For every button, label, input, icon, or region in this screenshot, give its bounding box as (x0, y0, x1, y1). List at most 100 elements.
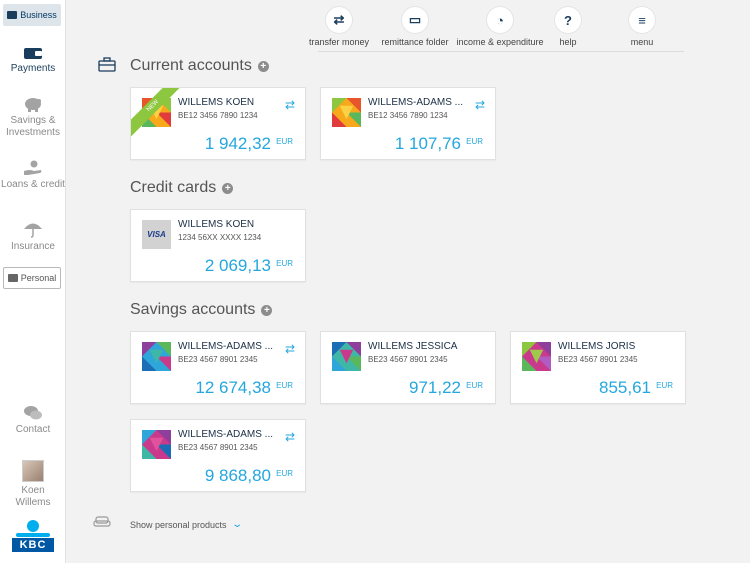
account-currency: EUR (466, 137, 483, 146)
help-icon: ? (555, 7, 581, 33)
account-balance: 1 942,32 (204, 134, 271, 153)
piggy-bank-icon (25, 98, 41, 112)
umbrella-icon (24, 223, 42, 238)
section-current-accounts: Current accounts + (130, 57, 269, 75)
transfer-icon[interactable]: ⇄ (285, 98, 295, 112)
visa-icon: VISA (142, 220, 171, 249)
nav-contact-label: Contact (15, 424, 51, 435)
card-number: 1234 56XX XXXX 1234 (178, 233, 262, 242)
nav-loans[interactable]: Loans & credit (0, 160, 66, 191)
sofa-small-icon (7, 274, 18, 282)
transfer-icon[interactable]: ⇄ (285, 342, 295, 356)
account-card-current-2[interactable]: WILLEMS-ADAMS ... BE12 3456 7890 1234 ⇄ … (320, 87, 496, 160)
account-iban: BE23 4567 8901 2345 (368, 355, 448, 364)
account-balance: 1 107,76 (394, 134, 461, 153)
account-name: WILLEMS JORIS (558, 341, 636, 352)
account-pattern-icon (332, 342, 361, 371)
nav-insurance[interactable]: Insurance (0, 220, 66, 253)
add-savings-account-button[interactable]: + (261, 304, 273, 316)
nav-loans-label: Loans & credit (1, 179, 65, 190)
account-card-current-1[interactable]: NEW WILLEMS KOEN BE12 3456 7890 1234 ⇄ 1… (130, 87, 306, 160)
account-pattern-icon (142, 430, 171, 459)
show-personal-products-label: Show personal products (130, 519, 227, 530)
section-title: Savings accounts (130, 301, 256, 318)
account-iban: BE23 4567 8901 2345 (558, 355, 638, 364)
transfer-icon[interactable]: ⇄ (475, 98, 485, 112)
card-currency: EUR (276, 259, 293, 268)
nav-savings[interactable]: Savings & Investments (0, 96, 66, 139)
section-savings-accounts: Savings accounts + (130, 301, 273, 319)
business-label: Business (20, 10, 57, 20)
section-title: Current accounts (130, 57, 252, 74)
chevron-down-icon: ⌄ (230, 519, 243, 530)
account-currency: EUR (276, 381, 293, 390)
toolbar-label: menu (630, 37, 654, 47)
toolbar-label: help (559, 37, 577, 47)
account-card-savings-3[interactable]: WILLEMS JORIS BE23 4567 8901 2345 855,61… (510, 331, 686, 404)
nav-payments-label: Payments (10, 63, 56, 74)
nav-contact[interactable]: Contact (0, 405, 66, 436)
personal-toggle[interactable]: Personal (3, 267, 61, 289)
profile[interactable]: Koen Willems (0, 460, 66, 509)
toolbar-remittance-folder[interactable]: ▭ remittance folder (376, 7, 454, 47)
transfer-icon[interactable]: ⇄ (285, 430, 295, 444)
toolbar-label: remittance folder (381, 37, 449, 47)
account-balance: 855,61 (599, 378, 651, 397)
nav-payments[interactable]: Payments (0, 46, 66, 75)
toolbar-divider (318, 51, 684, 52)
nav-savings-label: Savings & Investments (6, 115, 60, 138)
account-currency: EUR (656, 381, 673, 390)
kbc-logo: KBC (12, 520, 54, 552)
briefcase-icon (7, 11, 18, 19)
account-pattern-icon (332, 98, 361, 127)
business-toggle[interactable]: Business (3, 4, 61, 26)
inbox-icon: ▭ (402, 7, 428, 33)
toolbar-menu[interactable]: ≡ menu (622, 7, 662, 47)
account-balance: 12 674,38 (195, 378, 271, 397)
account-name: WILLEMS-ADAMS ... (368, 97, 464, 108)
sofa-icon (93, 516, 111, 527)
account-pattern-icon (522, 342, 551, 371)
account-card-savings-4[interactable]: WILLEMS-ADAMS ... BE23 4567 8901 2345 ⇄ … (130, 419, 306, 492)
profile-last-name: Willems (15, 497, 51, 508)
menu-icon: ≡ (629, 7, 655, 33)
add-current-account-button[interactable]: + (257, 60, 269, 72)
toolbar-income-expenditure[interactable]: ◔ income & expenditure (454, 7, 546, 47)
account-card-savings-1[interactable]: WILLEMS-ADAMS ... BE23 4567 8901 2345 ⇄ … (130, 331, 306, 404)
section-credit-cards: Credit cards + (130, 179, 234, 197)
account-balance: 971,22 (409, 378, 461, 397)
nav-insurance-label: Insurance (11, 241, 55, 252)
show-personal-products-link[interactable]: Show personal products ⌄ (130, 519, 243, 530)
hand-coin-icon (24, 160, 42, 175)
logo-word: KBC (12, 538, 54, 552)
account-iban: BE12 3456 7890 1234 (368, 111, 448, 120)
account-iban: BE23 4567 8901 2345 (178, 443, 258, 452)
account-iban: BE23 4567 8901 2345 (178, 355, 258, 364)
account-iban: BE12 3456 7890 1234 (178, 111, 258, 120)
account-name: WILLEMS-ADAMS ... (178, 429, 274, 440)
sidebar: Business Payments Savings & Investments … (0, 0, 66, 563)
personal-label: Personal (20, 273, 57, 283)
transfer-icon: ⇄ (326, 7, 352, 33)
account-name: WILLEMS-ADAMS ... (178, 341, 274, 352)
account-name: WILLEMS JESSICA (368, 341, 458, 352)
toolbar-label: transfer money (308, 37, 370, 47)
add-credit-card-button[interactable]: + (222, 182, 234, 194)
account-currency: EUR (466, 381, 483, 390)
card-holder-name: WILLEMS KOEN (178, 219, 255, 230)
wallet-icon (24, 48, 42, 59)
credit-card-1[interactable]: VISA WILLEMS KOEN 1234 56XX XXXX 1234 2 … (130, 209, 306, 282)
logo-bar (16, 533, 50, 537)
logo-figure (27, 520, 39, 532)
chat-bubbles-icon (24, 406, 42, 420)
toolbar-transfer-money[interactable]: ⇄ transfer money (305, 7, 373, 47)
account-currency: EUR (276, 137, 293, 146)
account-balance: 9 868,80 (204, 466, 271, 485)
profile-first-name: Koen (21, 485, 45, 496)
account-pattern-icon (142, 342, 171, 371)
account-name: WILLEMS KOEN (178, 97, 255, 108)
pie-chart-icon: ◔ (487, 7, 513, 33)
toolbar-help[interactable]: ? help (548, 7, 588, 47)
account-card-savings-2[interactable]: WILLEMS JESSICA BE23 4567 8901 2345 971,… (320, 331, 496, 404)
card-balance: 2 069,13 (204, 256, 271, 275)
